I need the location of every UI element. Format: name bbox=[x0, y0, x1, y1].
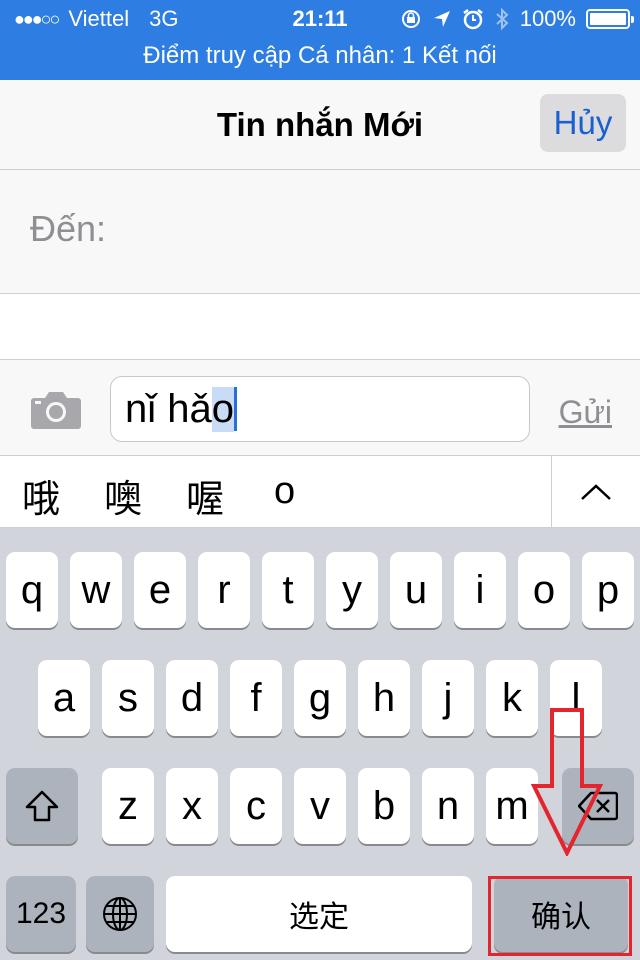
candidate-item[interactable]: o bbox=[274, 470, 295, 513]
key-b[interactable]: b bbox=[358, 768, 410, 844]
alarm-icon bbox=[462, 9, 483, 30]
input-text: nǐ hǎ bbox=[125, 386, 212, 431]
navigation-bar: Tin nhắn Mới Hủy bbox=[0, 80, 640, 170]
rotation-lock-icon bbox=[401, 10, 420, 28]
key-n[interactable]: n bbox=[422, 768, 474, 844]
shift-key[interactable] bbox=[6, 768, 78, 844]
send-button[interactable]: Gửi bbox=[559, 394, 612, 431]
key-h[interactable]: h bbox=[358, 660, 410, 736]
key-r[interactable]: r bbox=[198, 552, 250, 628]
cancel-button[interactable]: Hủy bbox=[540, 94, 626, 152]
key-x[interactable]: x bbox=[166, 768, 218, 844]
globe-key[interactable] bbox=[86, 876, 154, 952]
key-j[interactable]: j bbox=[422, 660, 474, 736]
key-w[interactable]: w bbox=[70, 552, 122, 628]
camera-icon[interactable] bbox=[30, 390, 82, 430]
message-input[interactable]: nǐ hǎ o bbox=[110, 376, 530, 442]
annotation-arrow bbox=[530, 708, 604, 856]
numbers-key[interactable]: 123 bbox=[6, 876, 76, 952]
key-t[interactable]: t bbox=[262, 552, 314, 628]
recipient-field[interactable]: Đến: bbox=[0, 170, 640, 294]
hotspot-banner[interactable]: Điểm truy cập Cá nhân: 1 Kết nối bbox=[0, 42, 640, 70]
key-y[interactable]: y bbox=[326, 552, 378, 628]
recipient-label: Đến: bbox=[30, 208, 107, 249]
location-arrow-icon bbox=[433, 11, 450, 27]
conversation-area bbox=[0, 294, 640, 360]
key-d[interactable]: d bbox=[166, 660, 218, 736]
key-v[interactable]: v bbox=[294, 768, 346, 844]
expand-candidates-button[interactable] bbox=[551, 456, 640, 528]
key-p[interactable]: p bbox=[582, 552, 634, 628]
space-key[interactable]: 选定 bbox=[166, 876, 472, 952]
key-a[interactable]: a bbox=[38, 660, 90, 736]
key-o[interactable]: o bbox=[518, 552, 570, 628]
key-f[interactable]: f bbox=[230, 660, 282, 736]
key-i[interactable]: i bbox=[454, 552, 506, 628]
key-c[interactable]: c bbox=[230, 768, 282, 844]
bluetooth-icon bbox=[496, 7, 509, 31]
battery-percentage: 100% bbox=[519, 6, 576, 31]
key-s[interactable]: s bbox=[102, 660, 154, 736]
candidate-item[interactable]: 哦 bbox=[22, 468, 60, 523]
candidate-item[interactable]: 喔 bbox=[186, 468, 224, 523]
battery-icon bbox=[586, 9, 634, 29]
candidate-bar: 哦 噢 喔 o bbox=[0, 456, 640, 528]
shift-icon bbox=[25, 790, 59, 822]
candidate-item[interactable]: 噢 bbox=[104, 468, 142, 523]
key-q[interactable]: q bbox=[6, 552, 58, 628]
chevron-up-icon bbox=[581, 484, 611, 500]
key-z[interactable]: z bbox=[102, 768, 154, 844]
annotation-highlight bbox=[488, 876, 632, 956]
globe-icon bbox=[103, 897, 137, 931]
key-g[interactable]: g bbox=[294, 660, 346, 736]
key-u[interactable]: u bbox=[390, 552, 442, 628]
key-e[interactable]: e bbox=[134, 552, 186, 628]
marked-text: o bbox=[211, 386, 234, 432]
compose-bar: nǐ hǎ o Gửi bbox=[0, 360, 640, 456]
text-cursor bbox=[234, 387, 237, 431]
status-bar: ●●●○○ Viettel 3G 21:11 100% Điểm truy cậ… bbox=[0, 0, 640, 80]
